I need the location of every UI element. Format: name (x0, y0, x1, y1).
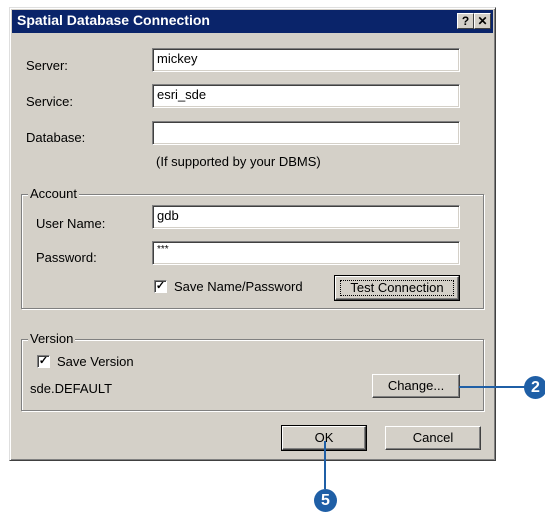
account-group-label: Account (28, 186, 79, 201)
password-label: Password: (36, 250, 97, 265)
version-group-label: Version (28, 331, 76, 346)
save-version-checkbox[interactable]: ✓ (37, 355, 50, 368)
callout-5-line (324, 441, 326, 489)
username-input[interactable]: gdb (152, 205, 460, 229)
callout-2-line (459, 386, 525, 388)
password-input[interactable]: *** (152, 241, 460, 265)
current-version-text: sde.DEFAULT (30, 381, 113, 396)
spatial-database-connection-dialog: Spatial Database Connection ? ✕ Server: … (9, 7, 496, 461)
help-button[interactable]: ? (457, 13, 474, 29)
service-input[interactable]: esri_sde (152, 84, 460, 108)
test-connection-button[interactable]: Test Connection (334, 275, 460, 301)
save-password-label: Save Name/Password (174, 279, 303, 294)
username-label: User Name: (36, 216, 106, 231)
database-label: Database: (26, 130, 86, 145)
change-version-button[interactable]: Change... (372, 374, 460, 398)
save-password-checkbox[interactable]: ✓ (154, 280, 167, 293)
callout-step-2: 2 (524, 376, 545, 399)
cancel-button[interactable]: Cancel (385, 426, 481, 450)
title-bar: Spatial Database Connection ? ✕ (12, 10, 493, 33)
focus-rectangle (340, 280, 454, 296)
database-input[interactable] (152, 121, 460, 145)
close-button[interactable]: ✕ (474, 13, 491, 29)
window-title: Spatial Database Connection (17, 12, 210, 28)
service-label: Service: (26, 94, 73, 109)
save-version-label: Save Version (57, 354, 134, 369)
server-input[interactable]: mickey (152, 48, 460, 72)
server-label: Server: (26, 58, 68, 73)
database-hint: (If supported by your DBMS) (156, 154, 321, 169)
callout-step-5: 5 (314, 489, 337, 512)
